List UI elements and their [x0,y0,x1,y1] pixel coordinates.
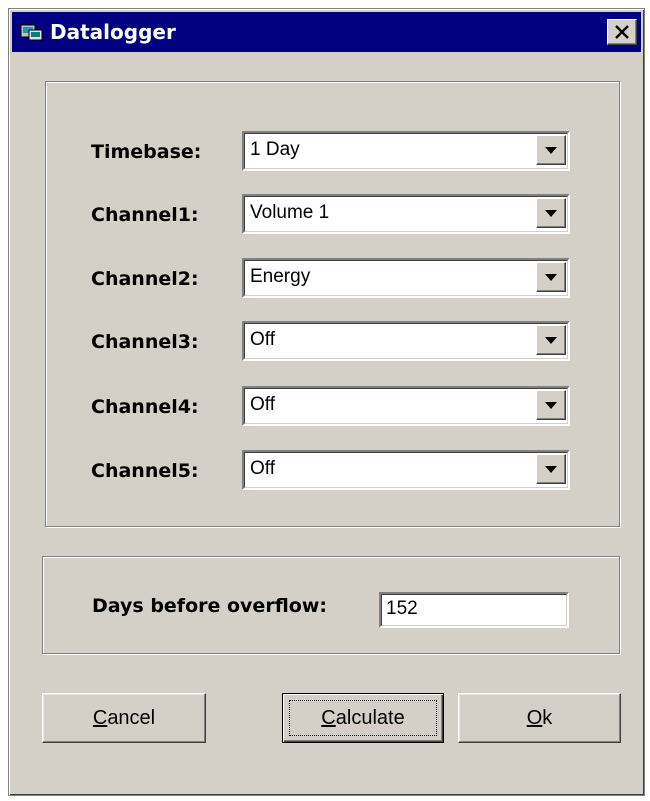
dropdown-arrow-icon [545,466,557,473]
close-icon [615,25,629,39]
channel3-value: Off [250,329,275,350]
ok-label-rest: k [542,707,553,729]
channel5-dropdown[interactable]: Off [242,450,570,490]
channel4-dropdown[interactable]: Off [242,386,570,426]
channel5-label: Channel5: [91,460,199,482]
datalogger-dialog: Datalogger Timebase: 1 Day Channel1: Vol… [8,8,645,796]
dropdown-arrow-icon [545,210,557,217]
channel4-dropdown-button[interactable] [536,390,566,420]
timebase-dropdown-button[interactable] [536,135,566,165]
channel1-dropdown-button[interactable] [536,198,566,228]
channel5-dropdown-button[interactable] [536,454,566,484]
channel3-label: Channel3: [91,331,199,353]
calculate-button[interactable]: Calculate [282,693,444,743]
dropdown-arrow-icon [545,274,557,281]
timebase-dropdown[interactable]: 1 Day [242,131,570,171]
channel2-dropdown-button[interactable] [536,262,566,292]
channel1-value: Volume 1 [250,202,330,223]
timebase-value: 1 Day [250,139,300,160]
ok-mnemonic: O [526,707,543,729]
days-before-overflow-label: Days before overflow: [92,595,327,617]
channel4-value: Off [250,394,275,415]
dropdown-arrow-icon [545,402,557,409]
channel4-label: Channel4: [91,396,199,418]
channel1-dropdown[interactable]: Volume 1 [242,194,570,234]
channel1-label: Channel1: [91,204,199,226]
dropdown-arrow-icon [545,337,557,344]
close-button[interactable] [607,19,637,45]
timebase-label: Timebase: [91,141,202,163]
ok-button[interactable]: Ok [458,693,621,743]
channel3-dropdown[interactable]: Off [242,321,570,361]
days-before-overflow-value: 152 [386,598,418,619]
cancel-mnemonic: C [92,707,108,729]
days-before-overflow-field[interactable]: 152 [379,592,569,628]
title-bar[interactable]: Datalogger [12,12,641,52]
cancel-label-rest: ancel [107,707,156,729]
channel2-value: Energy [250,266,311,287]
cancel-button[interactable]: Cancel [42,693,206,743]
datalogger-app-icon [20,24,43,41]
dropdown-arrow-icon [545,147,557,154]
channel2-dropdown[interactable]: Energy [242,258,570,298]
channel5-value: Off [250,458,275,479]
channel2-label: Channel2: [91,268,199,290]
channel3-dropdown-button[interactable] [536,325,566,355]
focus-rectangle [289,700,437,736]
window-title: Datalogger [50,20,176,44]
